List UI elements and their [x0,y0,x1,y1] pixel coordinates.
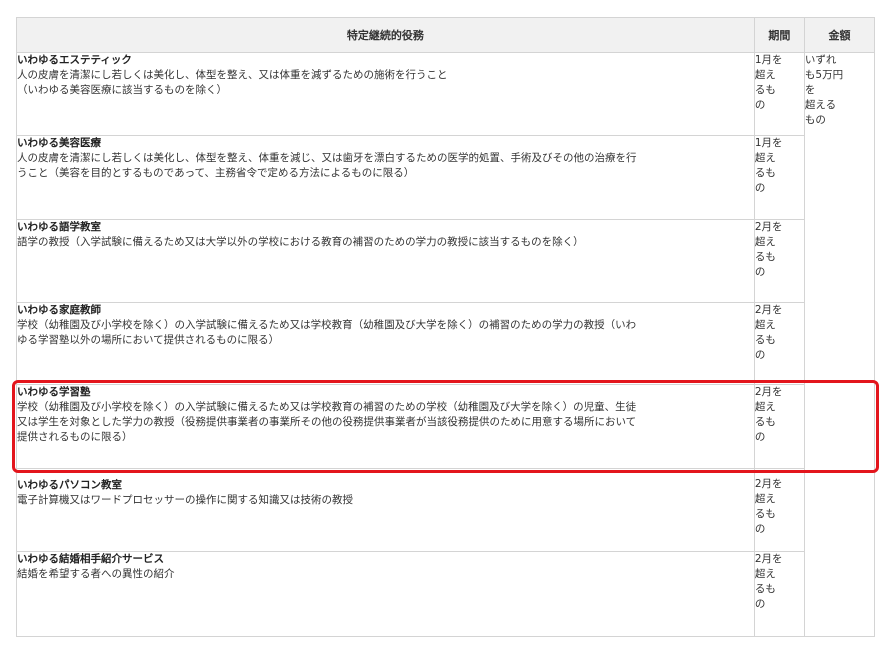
period-cell: 2月を 超え るも の [753,219,805,303]
table-row: いわゆるエステティック 人の皮膚を清潔にし若しくは美化し、体型を整え、又は体重を… [16,52,876,637]
service-name: いわゆるエステティック [17,54,132,66]
period-text: 2月を 超え るも の [754,478,783,535]
period-text: 2月を 超え るも の [754,304,783,361]
table-row-highlighted: いわゆる学習塾 学校（幼稚園及び小学校を除く）の入学試験に備えるため又は学校教育… [16,384,875,469]
service-name: いわゆる美容医療 [17,137,101,149]
service-description: 学校（幼稚園及び小学校を除く）の入学試験に備えるため又は学校教育の補習のための学… [17,401,637,443]
service-cell: いわゆるパソコン教室 電子計算機又はワードプロセッサーの操作に関する知識又は技術… [16,468,755,552]
period-cell: 2月を 超え るも の [753,384,805,469]
table-row: いわゆる語学教室 語学の教授（入学試験に備えるため又は大学以外の学校における教育… [16,219,875,303]
period-text: 2月を 超え るも の [754,553,783,610]
period-text: 1月を 超え るも の [754,54,783,111]
period-cell: 2月を 超え るも の [753,468,805,552]
service-cell: いわゆる語学教室 語学の教授（入学試験に備えるため又は大学以外の学校における教育… [16,219,755,303]
header-service: 特定継続的役務 [16,17,755,53]
service-description: 結婚を希望する者への異性の紹介 [17,568,175,580]
period-cell: 2月を 超え るも の [753,302,805,385]
service-name: いわゆるパソコン教室 [17,479,122,491]
service-description: 人の皮膚を清潔にし若しくは美化し、体型を整え、又は体重を減ずるための施術を行うこ… [17,69,448,96]
table-row: いわゆるパソコン教室 電子計算機又はワードプロセッサーの操作に関する知識又は技術… [16,468,875,552]
service-cell: いわゆる学習塾 学校（幼稚園及び小学校を除く）の入学試験に備えるため又は学校教育… [16,384,755,469]
period-text: 2月を 超え るも の [754,221,783,278]
service-description: 学校（幼稚園及び小学校を除く）の入学試験に備えるため又は学校教育（幼稚園及び大学… [17,319,637,346]
service-description: 電子計算機又はワードプロセッサーの操作に関する知識又は技術の教授 [17,494,353,506]
services-table: 特定継続的役務 期間 金額 いわゆるエステティック 人の皮膚を清潔にし若しくは美… [16,17,876,637]
amount-text: いずれ も5万円 を 超える もの [804,54,844,126]
table-row: いわゆる家庭教師 学校（幼稚園及び小学校を除く）の入学試験に備えるため又は学校教… [16,302,875,385]
header-period: 期間 [753,17,805,53]
service-cell: いわゆる結婚相手紹介サービス 結婚を希望する者への異性の紹介 [16,551,755,637]
service-name: いわゆる家庭教師 [17,304,101,316]
table-row: いわゆる美容医療 人の皮膚を清潔にし若しくは美化し、体型を整え、体重を減じ、又は… [16,135,875,220]
header-amount: 金額 [803,17,876,53]
amount-cell: いずれ も5万円 を 超える もの [803,52,876,637]
service-name: いわゆる結婚相手紹介サービス [17,553,164,565]
period-cell: 1月を 超え るも の [753,52,805,136]
period-cell: 1月を 超え るも の [753,135,805,220]
period-text: 1月を 超え るも の [754,137,783,194]
period-text: 2月を 超え るも の [754,386,783,443]
service-name: いわゆる語学教室 [17,221,101,233]
period-cell: 2月を 超え るも の [753,551,805,637]
service-description: 人の皮膚を清潔にし若しくは美化し、体型を整え、体重を減じ、又は歯牙を漂白するため… [17,152,637,179]
service-cell: いわゆる家庭教師 学校（幼稚園及び小学校を除く）の入学試験に備えるため又は学校教… [16,302,755,385]
service-description: 語学の教授（入学試験に備えるため又は大学以外の学校における教育の補習のための学力… [17,236,584,248]
table-header-row: 特定継続的役務 期間 金額 [16,17,876,53]
table-row: いわゆる結婚相手紹介サービス 結婚を希望する者への異性の紹介 2月を 超え るも… [16,551,875,637]
service-name: いわゆる学習塾 [17,386,91,398]
service-cell: いわゆるエステティック 人の皮膚を清潔にし若しくは美化し、体型を整え、又は体重を… [16,52,755,136]
service-cell: いわゆる美容医療 人の皮膚を清潔にし若しくは美化し、体型を整え、体重を減じ、又は… [16,135,755,220]
